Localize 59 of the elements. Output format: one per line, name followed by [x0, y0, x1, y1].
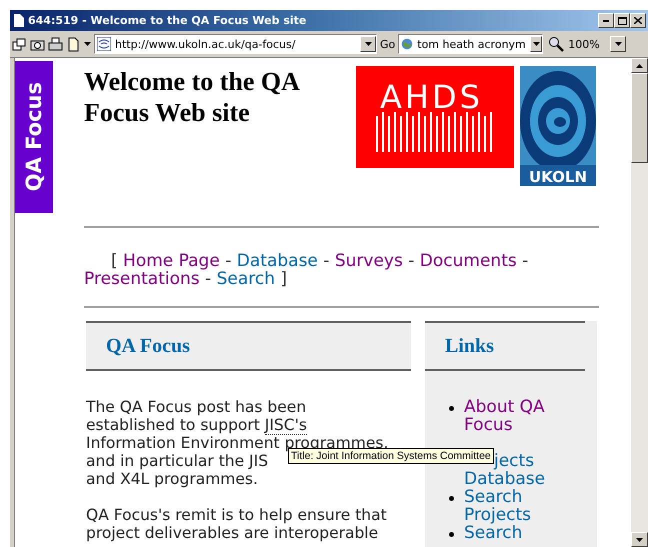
close-button[interactable] — [630, 13, 646, 28]
tooltip: Title: Joint Information Systems Committee — [288, 448, 494, 464]
nav-link[interactable]: Home Page — [123, 251, 220, 271]
sidebar-link[interactable]: jects — [494, 452, 534, 470]
section-title: Links — [445, 334, 494, 358]
globe-icon — [401, 36, 414, 52]
nav-link[interactable]: Documents — [420, 251, 517, 271]
scroll-up-button[interactable] — [631, 58, 648, 73]
paragraph: QA Focus's remit is to help ensure that project deliverables are interoperable — [86, 506, 388, 542]
scroll-down-button[interactable] — [631, 532, 648, 547]
bullet-icon — [449, 532, 454, 537]
caret-icon — [532, 42, 540, 46]
sidebar-link[interactable]: Search — [464, 524, 564, 542]
browser-icon — [97, 37, 111, 51]
dropdown-button[interactable] — [610, 36, 626, 52]
up-arrow-icon — [636, 64, 643, 68]
caret-icon[interactable] — [84, 42, 91, 46]
banner-text: QA Focus — [22, 82, 46, 192]
separator: - — [205, 269, 212, 289]
down-arrow-icon — [636, 538, 643, 542]
page-icon[interactable] — [66, 36, 81, 52]
tabs-icon[interactable] — [12, 36, 27, 52]
sidebar-link[interactable]: Search Projects — [464, 488, 564, 524]
page-title: Welcome to the QA Focus Web site — [84, 66, 300, 129]
address-field[interactable]: http://www.ukoln.ac.uk/qa-focus/ — [94, 34, 377, 54]
separator: - — [522, 251, 528, 271]
print-icon[interactable] — [48, 36, 63, 52]
minimize-icon — [603, 20, 609, 22]
bracket: [ — [111, 251, 118, 271]
logo-text: AHDS — [380, 78, 483, 116]
sidebar-link[interactable]: About QA Focus — [464, 398, 564, 434]
caret-icon — [364, 42, 372, 46]
logo-text: UKOLN — [529, 168, 587, 186]
bullet-icon — [449, 496, 454, 501]
nav-link[interactable]: Search — [216, 269, 275, 289]
minimize-button[interactable] — [598, 13, 614, 28]
separator: - — [408, 251, 414, 271]
zoom-control[interactable]: 100% — [546, 34, 626, 54]
dropdown-button[interactable] — [530, 36, 542, 52]
nav-link[interactable]: Database — [236, 251, 318, 271]
bullet-icon — [449, 406, 454, 411]
scrollbar-thumb[interactable] — [631, 73, 648, 163]
nav-link[interactable]: Presentations — [84, 269, 200, 289]
window-title: 644:519 - Welcome to the QA Focus Web site — [28, 14, 308, 27]
go-button[interactable]: Go — [380, 38, 396, 50]
document-icon — [14, 14, 24, 27]
maximize-button[interactable] — [614, 13, 630, 28]
dropdown-button[interactable] — [360, 36, 376, 52]
sidebar-link[interactable]: Database — [464, 470, 546, 488]
nav-link[interactable]: Surveys — [334, 251, 403, 271]
section-title: QA Focus — [106, 334, 190, 358]
separator: - — [323, 251, 330, 271]
magnifier-icon — [548, 36, 564, 52]
maximize-icon — [618, 16, 626, 24]
close-icon — [634, 17, 642, 24]
bracket: ] — [280, 269, 288, 289]
caret-icon — [614, 42, 622, 46]
separator: - — [225, 251, 232, 271]
search-field[interactable]: tom heath acronym — [398, 34, 544, 54]
